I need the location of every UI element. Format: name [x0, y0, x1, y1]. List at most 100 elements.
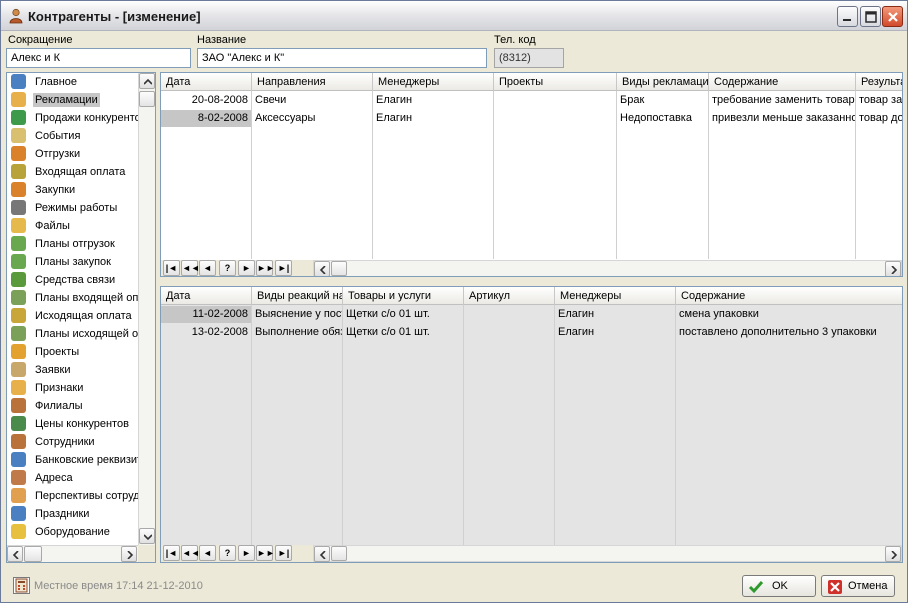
table-cell[interactable]: привезли меньше заказанного [709, 110, 855, 127]
cancel-button[interactable]: Отмена [821, 575, 895, 597]
sidebar-item[interactable]: Заявки [7, 361, 138, 379]
sidebar-item[interactable]: Цены конкурентов [7, 415, 138, 433]
prev-page-button[interactable]: ◄◄ [181, 545, 200, 561]
column-header[interactable]: Результат [856, 73, 902, 91]
table-cell[interactable]: Брак [617, 92, 708, 109]
vertical-scroll-thumb[interactable] [139, 91, 155, 107]
sidebar-item[interactable]: Продажи конкурентов [7, 109, 138, 127]
table-cell[interactable]: Щетки с/о 01 шт. [343, 324, 463, 341]
column-header[interactable]: Направления [252, 73, 373, 91]
prev-page-button[interactable]: ◄◄ [181, 260, 200, 276]
sidebar-item[interactable]: Праздники [7, 505, 138, 523]
column-header[interactable]: Дата [161, 73, 252, 91]
ok-button[interactable]: OK [742, 575, 816, 597]
scroll-left-button[interactable] [314, 546, 330, 562]
table-cell[interactable]: Елагин [373, 92, 493, 109]
scroll-left-button[interactable] [7, 546, 23, 562]
column-header[interactable]: Виды реакций на рекламации [252, 287, 343, 305]
table-cell[interactable]: Аксессуары [252, 110, 372, 127]
sidebar-item[interactable]: Адреса [7, 469, 138, 487]
scroll-down-button[interactable] [139, 528, 155, 544]
table-cell[interactable]: Свечи [252, 92, 372, 109]
prev-record-button[interactable]: ◄ [199, 260, 216, 276]
sidebar-item[interactable]: Признаки [7, 379, 138, 397]
table-cell[interactable]: поставлено дополнительно 3 упаковки [676, 324, 902, 341]
short-name-field[interactable]: Алекс и К [6, 48, 191, 68]
sidebar-item[interactable]: Режимы работы [7, 199, 138, 217]
horizontal-scroll-thumb[interactable] [331, 546, 347, 561]
sidebar-item[interactable]: Файлы [7, 217, 138, 235]
table-cell[interactable] [494, 110, 616, 127]
scroll-up-button[interactable] [139, 73, 155, 89]
table-cell[interactable]: 8-02-2008 [161, 110, 251, 127]
column-header[interactable]: Менеджеры [373, 73, 494, 91]
sidebar-item[interactable]: Проекты [7, 343, 138, 361]
sidebar-item[interactable]: Закупки [7, 181, 138, 199]
column-header[interactable]: Содержание [676, 287, 902, 305]
sidebar-item[interactable]: Сотрудники [7, 433, 138, 451]
help-button[interactable]: ? [219, 260, 236, 276]
sidebar-item[interactable]: Оборудование [7, 523, 138, 541]
first-record-button[interactable]: |◄ [163, 545, 180, 561]
maximize-button[interactable] [860, 6, 881, 27]
sidebar-item[interactable]: Планы закупок [7, 253, 138, 271]
table-cell[interactable]: Елагин [373, 110, 493, 127]
column-header[interactable]: Проекты [494, 73, 617, 91]
next-record-button[interactable]: ► [238, 545, 255, 561]
sidebar-item[interactable]: Средства связи [7, 271, 138, 289]
sidebar-item[interactable]: Филиалы [7, 397, 138, 415]
table-cell[interactable]: требование заменить товар [709, 92, 855, 109]
horizontal-scroll-thumb[interactable] [331, 261, 347, 276]
minimize-button[interactable] [837, 6, 858, 27]
column-header[interactable]: Дата [161, 287, 252, 305]
sidebar-item[interactable]: Планы отгрузок [7, 235, 138, 253]
table-cell[interactable]: 11-02-2008 [161, 306, 251, 323]
first-record-button[interactable]: |◄ [163, 260, 180, 276]
scroll-right-button[interactable] [885, 546, 901, 562]
table-cell[interactable]: товар заменен [856, 92, 902, 109]
reactions-horizontal-scrollbar[interactable] [313, 545, 902, 562]
sections-vertical-scrollbar[interactable] [138, 73, 155, 545]
title-bar[interactable]: Контрагенты - [изменение] [1, 1, 907, 31]
next-page-button[interactable]: ►► [256, 545, 275, 561]
prev-record-button[interactable]: ◄ [199, 545, 216, 561]
table-cell[interactable]: Щетки с/о 01 шт. [343, 306, 463, 323]
sidebar-item[interactable]: Входящая оплата [7, 163, 138, 181]
reactions-grid[interactable]: ДатаВиды реакций на рекламацииТовары и у… [160, 286, 903, 563]
table-cell[interactable] [464, 306, 554, 323]
scroll-right-button[interactable] [885, 261, 901, 276]
sidebar-item[interactable]: Отгрузки [7, 145, 138, 163]
sidebar-item[interactable]: Рекламации [7, 91, 138, 109]
last-record-button[interactable]: ►| [275, 545, 292, 561]
column-header[interactable]: Товары и услуги [343, 287, 464, 305]
table-cell[interactable]: Елагин [555, 306, 675, 323]
table-cell[interactable]: Выполнение обязательств [252, 324, 342, 341]
sidebar-item[interactable]: Главное [7, 73, 138, 91]
scroll-right-button[interactable] [121, 546, 137, 562]
sidebar-item[interactable]: Исходящая оплата [7, 307, 138, 325]
column-header[interactable]: Виды рекламаций [617, 73, 709, 91]
next-page-button[interactable]: ►► [256, 260, 275, 276]
table-cell[interactable]: Елагин [555, 324, 675, 341]
calculator-icon[interactable] [13, 577, 30, 594]
full-name-field[interactable]: ЗАО "Алекс и К" [197, 48, 487, 68]
last-record-button[interactable]: ►| [275, 260, 292, 276]
column-header[interactable]: Содержание [709, 73, 856, 91]
sidebar-item[interactable]: События [7, 127, 138, 145]
table-cell[interactable] [494, 92, 616, 109]
scroll-left-button[interactable] [314, 261, 330, 276]
help-button[interactable]: ? [219, 545, 236, 561]
next-record-button[interactable]: ► [238, 260, 255, 276]
claims-horizontal-scrollbar[interactable] [313, 260, 902, 276]
close-button[interactable] [882, 6, 903, 27]
claims-grid[interactable]: Дата Направления Менеджеры Проекты Виды рекл… [160, 72, 903, 277]
table-cell[interactable]: Выяснение у поставщика [252, 306, 342, 323]
column-header[interactable]: Менеджеры [555, 287, 676, 305]
table-cell[interactable]: смена упаковки [676, 306, 902, 323]
sections-horizontal-scrollbar[interactable] [7, 545, 138, 562]
sidebar-item[interactable]: Планы входящей оплаты [7, 289, 138, 307]
table-cell[interactable] [464, 324, 554, 341]
table-cell[interactable]: Недопоставка [617, 110, 708, 127]
sidebar-item[interactable]: Планы исходящей оплаты [7, 325, 138, 343]
table-cell[interactable]: 20-08-2008 [161, 92, 251, 109]
